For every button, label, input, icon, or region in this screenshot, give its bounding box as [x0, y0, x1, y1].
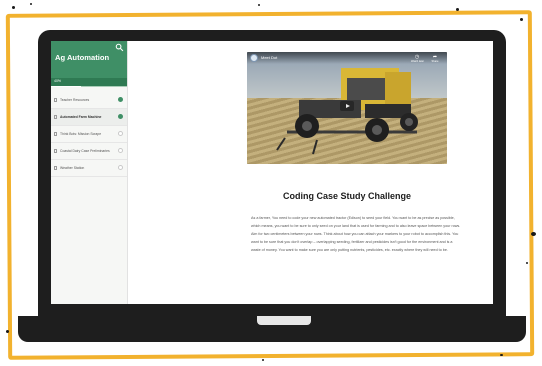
document-icon	[54, 132, 57, 136]
share-label: Share	[431, 60, 439, 63]
sidebar-item-weather-station[interactable]: Weather Station	[51, 160, 127, 177]
decorative-speck	[262, 359, 264, 361]
decorative-speck	[526, 262, 528, 264]
share-button[interactable]: ➦ Share	[429, 54, 441, 64]
sidebar-item-label: Automated Farm Machine	[60, 115, 102, 119]
document-icon	[54, 98, 57, 102]
browser-viewport: Ag Automation 40% Teacher Resources Auto…	[51, 41, 493, 304]
progress-bar	[51, 85, 127, 87]
course-title: Ag Automation	[55, 53, 110, 62]
decorative-speck	[456, 8, 459, 11]
sidebar-item-think-bots[interactable]: Think Bots: Mission Scrape	[51, 126, 127, 143]
decorative-speck	[258, 4, 260, 6]
channel-logo[interactable]	[250, 54, 258, 62]
video-title-bar: Meet Dot ◷ Watch later ➦ Share	[247, 52, 447, 64]
video-title[interactable]: Meet Dot	[261, 55, 277, 60]
sidebar-item-automated-farm-machine[interactable]: Automated Farm Machine	[51, 109, 127, 126]
progress-percent-label: 40%	[54, 79, 62, 83]
lesson-paragraph: As a farmer, You need to code your new a…	[251, 216, 461, 252]
watch-later-label: Watch later	[411, 60, 425, 63]
incomplete-circle-icon	[118, 148, 123, 153]
incomplete-circle-icon	[118, 131, 123, 136]
incomplete-circle-icon	[118, 165, 123, 170]
decorative-speck	[12, 6, 15, 9]
progress-bar-fill	[51, 85, 82, 87]
document-icon	[54, 166, 57, 170]
play-button[interactable]	[340, 101, 354, 111]
laptop-screen-bezel: Ag Automation 40% Teacher Resources Auto…	[38, 30, 506, 316]
lesson-content: Meet Dot ◷ Watch later ➦ Share Coding Ca…	[128, 41, 493, 304]
sidebar-item-teacher-resources[interactable]: Teacher Resources	[51, 92, 127, 109]
video-player[interactable]: Meet Dot ◷ Watch later ➦ Share	[247, 52, 447, 164]
sidebar-item-label: Weather Station	[60, 166, 85, 170]
decorative-speck	[30, 3, 32, 5]
document-icon	[54, 149, 57, 153]
decorative-speck	[500, 354, 503, 356]
complete-check-icon	[118, 97, 123, 102]
decorative-speck	[6, 330, 9, 333]
laptop-base	[18, 316, 526, 342]
search-icon[interactable]	[115, 43, 124, 52]
course-sidebar: Ag Automation 40% Teacher Resources Auto…	[51, 41, 128, 304]
document-icon	[54, 115, 57, 119]
decorative-speck	[520, 18, 523, 21]
laptop-notch	[257, 316, 311, 325]
course-progress: 40%	[51, 78, 127, 87]
sidebar-header: Ag Automation	[51, 41, 127, 78]
watch-later-button[interactable]: ◷ Watch later	[411, 54, 425, 64]
decorative-speck	[531, 232, 536, 236]
complete-check-icon	[118, 114, 123, 119]
sidebar-item-label: Think Bots: Mission Scrape	[60, 132, 102, 136]
sidebar-item-label: Teacher Resources	[60, 98, 90, 102]
page-title: Coding Case Study Challenge	[282, 191, 412, 201]
sidebar-item-coastal-dairy[interactable]: Coastal Dairy Case Preliminaries	[51, 143, 127, 160]
sidebar-item-label: Coastal Dairy Case Preliminaries	[60, 149, 110, 153]
